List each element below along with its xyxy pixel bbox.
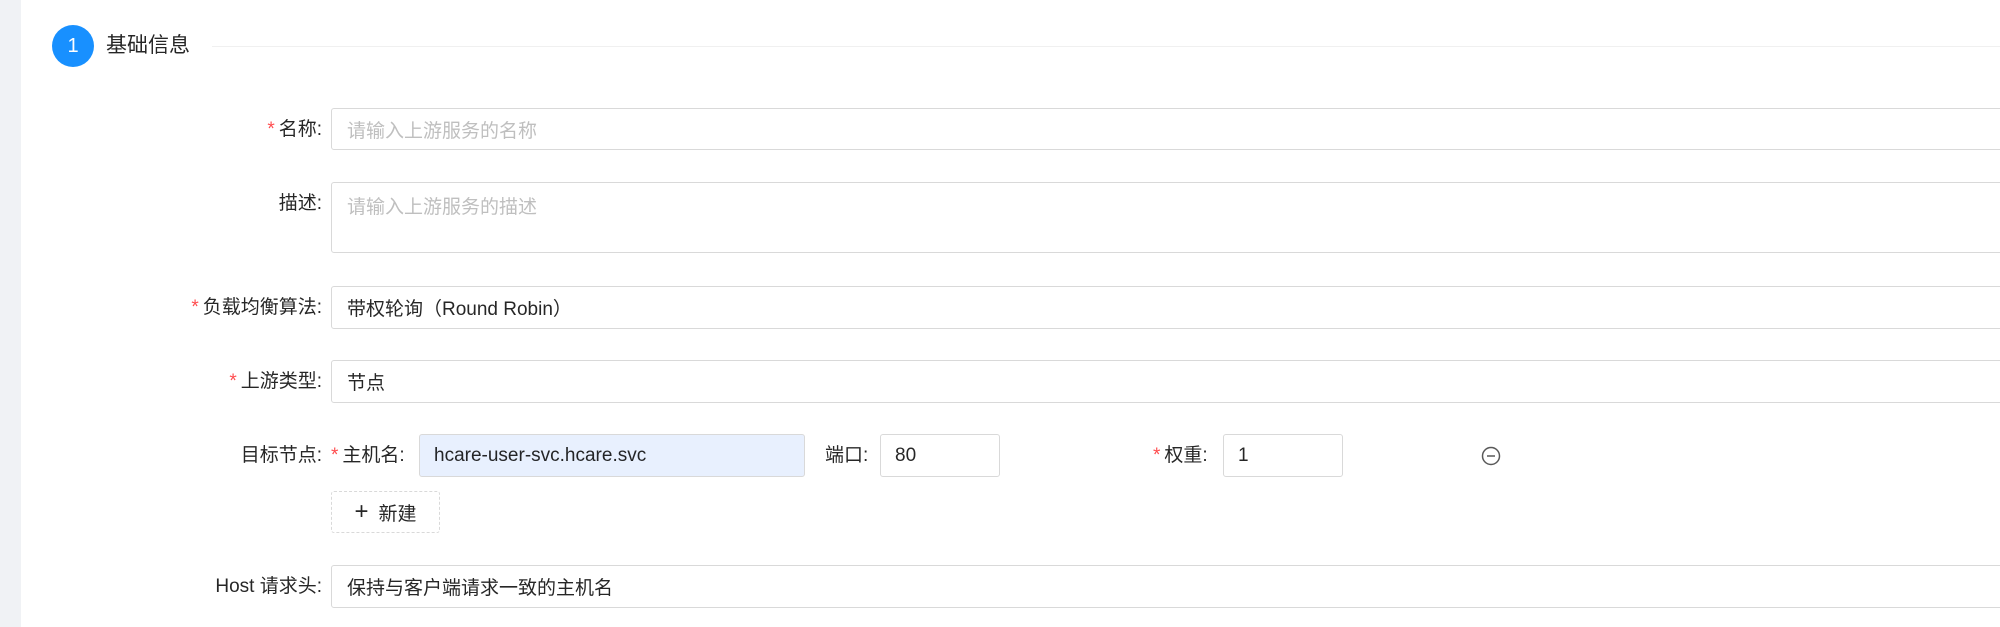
required-mark: * <box>1153 445 1161 466</box>
hostname-value: hcare-user-svc.hcare.svc <box>434 444 647 466</box>
add-node-button[interactable]: + 新建 <box>331 491 440 533</box>
description-label-text: 描述: <box>278 193 322 214</box>
upstream-type-select[interactable]: 节点 <box>331 360 2000 403</box>
minus-circle-icon[interactable] <box>1481 446 1501 466</box>
required-mark: * <box>229 371 237 392</box>
target-nodes-label: 目标节点: <box>241 443 322 469</box>
add-node-button-label: 新建 <box>378 503 417 525</box>
description-placeholder: 请输入上游服务的描述 <box>347 197 538 218</box>
name-label-text: 名称: <box>278 119 322 140</box>
name-label: * 名称: <box>267 117 322 143</box>
hostname-input[interactable]: hcare-user-svc.hcare.svc <box>419 434 805 477</box>
algorithm-label-text: 负载均衡算法: <box>202 297 322 318</box>
algorithm-select[interactable]: 带权轮询（Round Robin） <box>331 286 2000 329</box>
required-mark: * <box>331 445 339 466</box>
hostname-label: * 主机名: <box>331 443 405 469</box>
weight-label: * 权重: <box>1153 443 1208 469</box>
port-label-text: 端口: <box>825 445 869 466</box>
weight-input[interactable]: 1 <box>1223 434 1343 477</box>
weight-label-text: 权重: <box>1164 445 1208 466</box>
left-sidebar-strip <box>0 0 21 627</box>
step-divider <box>212 46 2000 47</box>
name-input[interactable]: 请输入上游服务的名称 <box>331 108 2000 150</box>
upstream-type-selected-value: 节点 <box>347 373 386 394</box>
hostname-label-text: 主机名: <box>342 445 405 466</box>
upstream-type-label-text: 上游类型: <box>240 371 322 392</box>
step-number-badge: 1 <box>52 25 94 67</box>
description-textarea[interactable]: 请输入上游服务的描述 <box>331 182 2000 253</box>
algorithm-selected-value: 带权轮询（Round Robin） <box>347 299 572 320</box>
upstream-type-label: * 上游类型: <box>229 369 322 395</box>
weight-value: 1 <box>1238 444 1249 466</box>
port-value: 80 <box>895 444 917 466</box>
port-label: 端口: <box>825 443 868 469</box>
host-header-selected-value: 保持与客户端请求一致的主机名 <box>347 578 614 599</box>
description-label: 描述: <box>279 191 322 217</box>
target-nodes-label-text: 目标节点: <box>240 445 322 466</box>
port-input[interactable]: 80 <box>880 434 1000 477</box>
required-mark: * <box>267 119 275 140</box>
plus-icon: + <box>354 498 369 525</box>
required-mark: * <box>191 297 199 318</box>
host-header-select[interactable]: 保持与客户端请求一致的主机名 <box>331 565 2000 608</box>
name-placeholder: 请输入上游服务的名称 <box>347 120 538 142</box>
host-header-label-text: Host 请求头: <box>215 576 322 597</box>
host-header-label: Host 请求头: <box>215 574 322 600</box>
algorithm-label: * 负载均衡算法: <box>191 295 322 321</box>
step-title: 基础信息 <box>106 34 190 57</box>
